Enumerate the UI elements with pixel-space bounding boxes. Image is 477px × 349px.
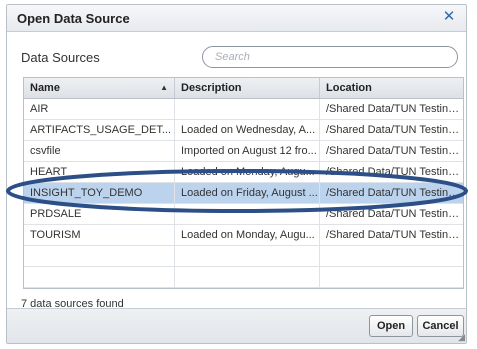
search-input[interactable] [202, 46, 458, 68]
table-header-row: Name ▲ Description Location [24, 78, 463, 99]
cell-location [320, 246, 463, 266]
resize-grip-icon[interactable]: ◢ [458, 333, 465, 342]
cell-name: INSIGHT_TOY_DEMO [24, 183, 175, 203]
cell-location: /Shared Data/TUN Testing... [326, 166, 463, 178]
dialog-title: Open Data Source [17, 11, 130, 26]
cell-location: /Shared Data/TUN Testing... [326, 145, 463, 157]
cell-description: Loaded on Friday, August ... [175, 183, 320, 203]
cell-location [320, 267, 463, 287]
cell-name [24, 267, 175, 287]
cell-description: Loaded on Monday, Augu... [175, 162, 320, 182]
table-row[interactable]: csvfile Imported on August 12 fro... /Shar… [24, 141, 463, 162]
empty-table-row [24, 246, 463, 267]
cell-name: HEART [24, 162, 175, 182]
open-data-source-dialog: Open Data Source ✕ Data Sources Name ▲ D… [6, 4, 467, 344]
table-row[interactable]: PRDSALE/Shared Data/TUN Testing... [24, 204, 463, 225]
cell-name [24, 246, 175, 266]
cell-name: TOURISM [24, 225, 175, 245]
table-row[interactable]: HEART Loaded on Monday, Augu... /Shared Da… [24, 162, 463, 183]
column-header-description[interactable]: Description [175, 78, 320, 98]
table-row[interactable]: INSIGHT_TOY_DEMO Loaded on Friday, August… [24, 183, 463, 204]
cell-location: /Shared Data/TUN Testing... [326, 124, 463, 136]
cell-description: Loaded on Wednesday, A... [175, 120, 320, 140]
column-header-label: Name [30, 82, 60, 94]
cancel-button[interactable]: Cancel [417, 315, 464, 337]
open-button[interactable]: Open [369, 315, 413, 337]
dialog-title-bar[interactable]: Open Data Source ✕ [7, 5, 466, 32]
sort-ascending-icon: ▲ [160, 83, 168, 92]
cell-description [175, 204, 320, 224]
column-header-location[interactable]: Location [320, 78, 463, 98]
cell-description [175, 99, 320, 119]
cell-description: Loaded on Monday, Augu... [175, 225, 320, 245]
cell-description: Imported on August 12 fro... [175, 141, 320, 161]
cell-location: /Shared Data/TUN Testing... [326, 187, 463, 199]
cell-location: /Shared Data/TUN Testing... [326, 229, 463, 241]
table-row[interactable]: AIR/Shared Data/TUN Testing... [24, 99, 463, 120]
cell-name: PRDSALE [24, 204, 175, 224]
cell-description [175, 246, 320, 266]
data-sources-label: Data Sources [21, 50, 100, 65]
column-header-name[interactable]: Name ▲ [24, 78, 175, 98]
cell-name: AIR [24, 99, 175, 119]
table-row[interactable]: ARTIFACTS_USAGE_DET... Loaded on Wednesda… [24, 120, 463, 141]
cell-name: ARTIFACTS_USAGE_DET... [24, 120, 175, 140]
dialog-footer: Open Cancel ◢ [7, 308, 466, 343]
table-row[interactable]: TOURISM Loaded on Monday, Augu... /Shared … [24, 225, 463, 246]
close-icon[interactable]: ✕ [440, 8, 458, 26]
cell-location: /Shared Data/TUN Testing... [326, 103, 463, 115]
empty-table-row [24, 267, 463, 288]
cell-description [175, 267, 320, 287]
data-sources-table: Name ▲ Description Location AIR/Shared D… [23, 77, 464, 289]
cell-name: csvfile [24, 141, 175, 161]
cell-location: /Shared Data/TUN Testing... [326, 208, 463, 220]
